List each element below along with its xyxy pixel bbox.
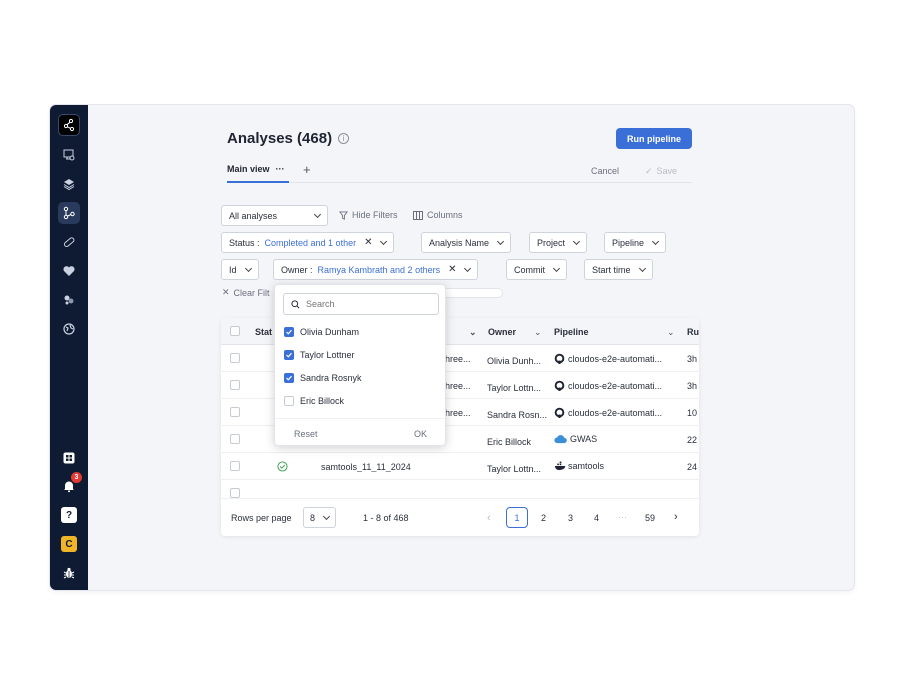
owner-option[interactable]: Sandra Rosnyk (284, 373, 362, 383)
page-3-button[interactable]: 3 (568, 513, 573, 523)
view-tabs: Main view ··· + Cancel ✓ Save (227, 161, 692, 183)
commit-filter[interactable]: Commit (506, 259, 567, 280)
clear-icon[interactable]: ✕ (364, 237, 372, 248)
search-icon (291, 299, 300, 308)
pipelines-icon[interactable] (58, 202, 80, 224)
prev-page-button[interactable]: ‹ (487, 512, 491, 524)
sidebar: 3 ? C (50, 105, 88, 590)
chevron-down-icon[interactable]: ⌄ (469, 327, 477, 338)
owner-option[interactable]: Olivia Dunham (284, 327, 359, 337)
page-59-button[interactable]: 59 (645, 513, 655, 523)
project-filter[interactable]: Project (529, 232, 588, 253)
search-input[interactable] (306, 299, 426, 309)
clear-icon[interactable]: ✕ (448, 264, 456, 275)
select-all-checkbox[interactable] (230, 326, 240, 336)
id-filter[interactable]: Id (221, 259, 259, 280)
owner-dropdown: Olivia Dunham Taylor Lottner Sandra Rosn… (274, 284, 446, 446)
add-view-button[interactable]: + (303, 162, 311, 177)
pagination: Rows per page 8 1 - 8 of 468 ‹ 1 2 3 4 ·… (221, 498, 699, 536)
bug-icon[interactable] (58, 562, 80, 584)
chevron-down-icon (464, 264, 472, 272)
filter-input-remnant (446, 288, 503, 298)
pipeline-filter[interactable]: Pipeline (604, 232, 667, 253)
cancel-button[interactable]: Cancel (591, 166, 619, 176)
github-icon (554, 380, 565, 391)
next-page-button[interactable]: › (674, 511, 678, 523)
globe-icon[interactable] (58, 318, 80, 340)
page-2-button[interactable]: 2 (541, 513, 546, 523)
chevron-down-icon (552, 264, 561, 272)
checkbox-checked-icon[interactable] (284, 327, 294, 337)
status-filter[interactable]: Status : Completed and 1 other ✕ (221, 232, 395, 253)
page-title: Analyses (468) i (227, 130, 350, 147)
status-success-icon (277, 461, 288, 474)
close-icon: ✕ (222, 287, 230, 297)
table-row[interactable]: samtools_11_11_2024 Taylor Lottn... samt… (221, 453, 699, 480)
chevron-down-icon (496, 237, 505, 245)
docker-icon (554, 461, 566, 471)
owner-search-field[interactable] (283, 293, 439, 315)
app-window: 3 ? C Analyses (468) i Run pipeline Main… (50, 105, 854, 590)
main-content: Analyses (468) i Run pipeline Main view … (88, 105, 854, 590)
chevron-down-icon[interactable]: ⌄ (667, 327, 675, 338)
table-row[interactable] (221, 480, 699, 498)
reset-button[interactable]: Reset (294, 429, 318, 439)
hide-filters-button[interactable]: Hide Filters (339, 210, 398, 220)
filter-icon (339, 210, 348, 220)
more-icon[interactable]: ··· (276, 164, 285, 181)
info-icon[interactable]: i (338, 133, 350, 144)
chevron-down-icon (572, 237, 581, 245)
chevron-down-icon (638, 264, 646, 272)
owner-option[interactable]: Taylor Lottner (284, 350, 355, 360)
save-button[interactable]: ✓ Save (645, 166, 677, 177)
owner-option[interactable]: Eric Billock (284, 396, 344, 406)
molecule-icon[interactable] (58, 289, 80, 311)
checkbox-unchecked-icon[interactable] (284, 396, 294, 406)
columns-icon (413, 210, 423, 220)
columns-button[interactable]: Columns (413, 210, 463, 220)
data-explorer-icon[interactable] (58, 144, 80, 166)
github-icon (554, 407, 565, 418)
logo-icon[interactable] (58, 114, 80, 136)
row-checkbox[interactable] (230, 461, 240, 471)
chevron-down-icon (651, 237, 660, 245)
ok-button[interactable]: OK (414, 429, 427, 439)
chevron-down-icon (380, 237, 388, 245)
notification-badge: 3 (71, 472, 82, 483)
check-icon: ✓ (645, 166, 653, 176)
pagination-ellipsis: ··· (618, 512, 627, 522)
clear-filters-button[interactable]: ✕ Clear Filt (222, 287, 270, 298)
cloud-icon (554, 435, 567, 444)
tab-main-view[interactable]: Main view ··· (227, 164, 289, 183)
row-checkbox[interactable] (230, 407, 240, 417)
row-checkbox[interactable] (230, 434, 240, 444)
layers-icon[interactable] (58, 173, 80, 195)
apps-icon[interactable] (58, 447, 80, 469)
page-4-button[interactable]: 4 (594, 513, 599, 523)
chevron-down-icon (244, 264, 252, 272)
owner-filter[interactable]: Owner : Ramya Kambrath and 2 others ✕ (273, 259, 479, 280)
help-icon[interactable]: ? (58, 504, 80, 526)
chevron-down-icon (322, 512, 331, 520)
row-checkbox[interactable] (230, 380, 240, 390)
run-pipeline-button[interactable]: Run pipeline (616, 128, 692, 149)
heart-icon[interactable] (58, 260, 80, 282)
bell-icon[interactable]: 3 (58, 472, 82, 497)
row-checkbox[interactable] (230, 488, 240, 498)
page-1-button[interactable]: 1 (506, 507, 528, 528)
capsule-icon[interactable] (58, 231, 80, 253)
chevron-down-icon[interactable]: ⌄ (534, 327, 542, 338)
dropdown-footer: Reset OK (275, 418, 445, 446)
checkbox-checked-icon[interactable] (284, 373, 294, 383)
rows-per-page-select[interactable]: 8 (303, 507, 337, 528)
analysis-name-filter[interactable]: Analysis Name (421, 232, 512, 253)
github-icon (554, 353, 565, 364)
user-avatar[interactable]: C (58, 533, 80, 555)
row-checkbox[interactable] (230, 353, 240, 363)
start-time-filter[interactable]: Start time (584, 259, 653, 280)
view-select[interactable]: All analyses (221, 205, 328, 226)
checkbox-checked-icon[interactable] (284, 350, 294, 360)
chevron-down-icon (313, 210, 322, 218)
